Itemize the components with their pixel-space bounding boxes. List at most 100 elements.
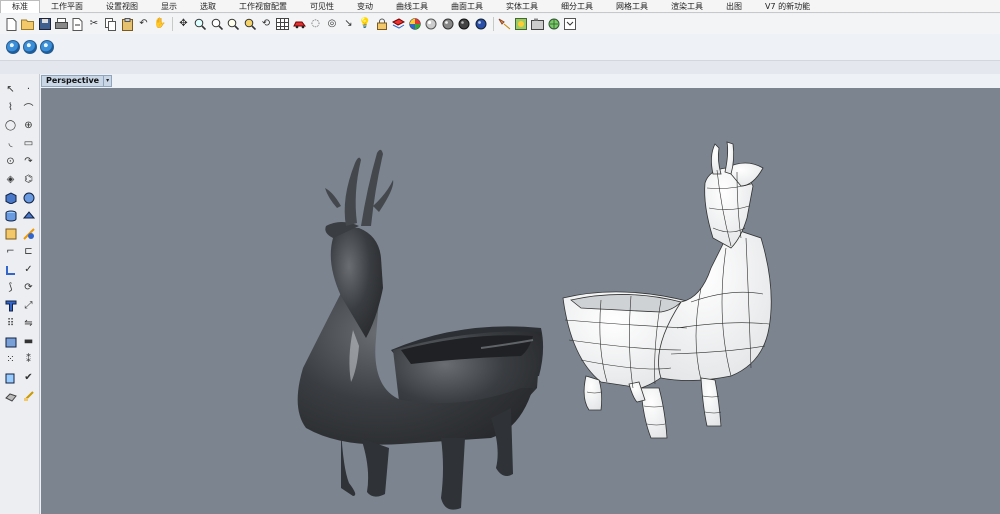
wireframe-deer-model[interactable] [562, 141, 772, 439]
offset-icon[interactable]: ⟳ [21, 280, 36, 295]
viewport-tab[interactable]: Perspective ▾ [41, 75, 113, 87]
draft-icon[interactable] [21, 388, 36, 403]
perspective-viewport[interactable] [41, 88, 1000, 514]
solid-box-icon[interactable] [3, 334, 18, 349]
snapshot-icon[interactable] [530, 17, 545, 32]
import-icon[interactable] [70, 17, 85, 32]
car-icon[interactable] [292, 17, 307, 32]
hide-icon[interactable]: ◌ [308, 17, 323, 32]
lock-icon[interactable] [374, 17, 389, 32]
color-wheel-icon[interactable] [407, 17, 422, 32]
paste-icon[interactable] [120, 17, 135, 32]
dots-grid-icon[interactable]: ⁙ [3, 352, 18, 367]
show-icon[interactable]: ◎ [325, 17, 340, 32]
solid-deer-model[interactable] [297, 149, 544, 510]
gumball-toggle-icon[interactable] [23, 40, 37, 54]
tab-new-in-v7[interactable]: V7 的新功能 [754, 0, 822, 13]
toolbar-separator [172, 17, 173, 31]
cylinder-icon[interactable] [3, 208, 18, 223]
mirror-icon[interactable]: ⇋ [21, 316, 36, 331]
undo-icon[interactable]: ↶ [136, 17, 151, 32]
render-sphere-icon[interactable] [424, 17, 439, 32]
environment-icon[interactable] [546, 17, 561, 32]
texture-icon[interactable] [513, 17, 528, 32]
rebuild-icon[interactable]: ⟆ [3, 280, 18, 295]
copy-icon[interactable] [103, 17, 118, 32]
tab-surface-tools[interactable]: 曲面工具 [440, 0, 495, 13]
array-icon[interactable]: ⠿ [3, 316, 18, 331]
text-tool-icon[interactable] [3, 298, 18, 313]
dark-sphere-icon[interactable] [457, 17, 472, 32]
tab-mesh-tools[interactable]: 网格工具 [605, 0, 660, 13]
tab-render-tools[interactable]: 渲染工具 [660, 0, 715, 13]
tab-set-view[interactable]: 设置视图 [95, 0, 150, 13]
tab-display[interactable]: 显示 [150, 0, 189, 13]
ruler-icon[interactable]: ▬ [21, 334, 36, 349]
layer-icon[interactable] [391, 17, 406, 32]
split-icon[interactable]: ⊏ [21, 244, 36, 259]
tab-subd-tools[interactable]: 细分工具 [550, 0, 605, 13]
edit-icon[interactable] [3, 370, 18, 385]
save-icon[interactable] [37, 17, 52, 32]
open-folder-icon[interactable] [21, 17, 36, 32]
print-icon[interactable] [54, 17, 69, 32]
tab-curve-tools[interactable]: 曲线工具 [385, 0, 440, 13]
fillet-icon[interactable] [3, 262, 18, 277]
snap-icon[interactable]: ↘ [341, 17, 356, 32]
loft-icon[interactable]: ⌬ [21, 172, 36, 187]
rhino-window: 标准 工作平面 设置视图 显示 选取 工作视窗配置 可见性 变动 曲线工具 曲面… [0, 0, 1000, 514]
zoom-all-icon[interactable] [242, 17, 257, 32]
sphere-tool-icon[interactable] [21, 190, 36, 205]
light-bulb-icon[interactable]: 💡 [358, 17, 373, 32]
tab-transform[interactable]: 变动 [346, 0, 385, 13]
sub-toolbar [0, 37, 1000, 57]
ellipse-icon[interactable]: ⊕ [21, 118, 36, 133]
curve-icon[interactable]: ⌒ [21, 100, 36, 115]
surface-icon[interactable]: ◈ [3, 172, 18, 187]
trim-icon[interactable]: ⌐ [3, 244, 18, 259]
tab-drafting[interactable]: 出图 [715, 0, 754, 13]
new-file-icon[interactable] [4, 17, 19, 32]
viewport-title[interactable]: Perspective [41, 75, 105, 87]
rectangle-icon[interactable]: ▭ [21, 136, 36, 151]
tab-cplanes[interactable]: 工作平面 [40, 0, 95, 13]
move-icon[interactable]: ✥ [176, 17, 191, 32]
box-icon[interactable] [3, 190, 18, 205]
mesh-icon[interactable] [3, 226, 18, 241]
material-sphere-icon[interactable] [473, 17, 488, 32]
tab-solid-tools[interactable]: 实体工具 [495, 0, 550, 13]
pan-hand-icon[interactable]: ✋ [153, 17, 168, 32]
extrude-icon[interactable] [21, 208, 36, 223]
circle-icon[interactable]: ◯ [3, 118, 18, 133]
zoom-window-icon[interactable] [193, 17, 208, 32]
select-arrow-icon[interactable]: ↖ [3, 82, 18, 97]
tab-select[interactable]: 选取 [189, 0, 228, 13]
spotlight-icon[interactable] [497, 17, 512, 32]
freeform-icon[interactable]: ↷ [21, 154, 36, 169]
arc-icon[interactable]: ◟ [3, 136, 18, 151]
toolbar-bottom-band [0, 60, 1000, 74]
polygon-icon[interactable]: ⊙ [3, 154, 18, 169]
polyline-icon[interactable]: ⌇ [3, 100, 18, 115]
point-icon[interactable]: · [21, 82, 36, 97]
zoom-extents-icon[interactable] [209, 17, 224, 32]
analyze-icon[interactable] [3, 388, 18, 403]
help-icon[interactable] [563, 17, 578, 32]
tab-standard[interactable]: 标准 [0, 0, 40, 13]
viewport-dropdown-icon[interactable]: ▾ [104, 75, 113, 87]
rotate-view-icon[interactable]: ⟲ [259, 17, 274, 32]
toolbar-separator [492, 17, 494, 31]
cut-icon[interactable]: ✂ [87, 17, 102, 32]
history-toggle-icon[interactable] [40, 40, 54, 54]
shaded-sphere-icon[interactable] [440, 17, 455, 32]
tab-viewport-layout[interactable]: 工作视窗配置 [228, 0, 299, 13]
scale-icon[interactable]: ⤢ [21, 298, 36, 313]
grid-icon[interactable] [275, 17, 290, 32]
check-icon[interactable]: ✔ [21, 370, 36, 385]
chamfer-icon[interactable]: ✓ [21, 262, 36, 277]
bolt-icon[interactable]: ⁑ [21, 352, 36, 367]
osnap-toggle-icon[interactable] [6, 40, 20, 54]
boolean-icon[interactable] [21, 226, 36, 241]
tab-visibility[interactable]: 可见性 [299, 0, 346, 13]
zoom-selected-icon[interactable] [226, 17, 241, 32]
